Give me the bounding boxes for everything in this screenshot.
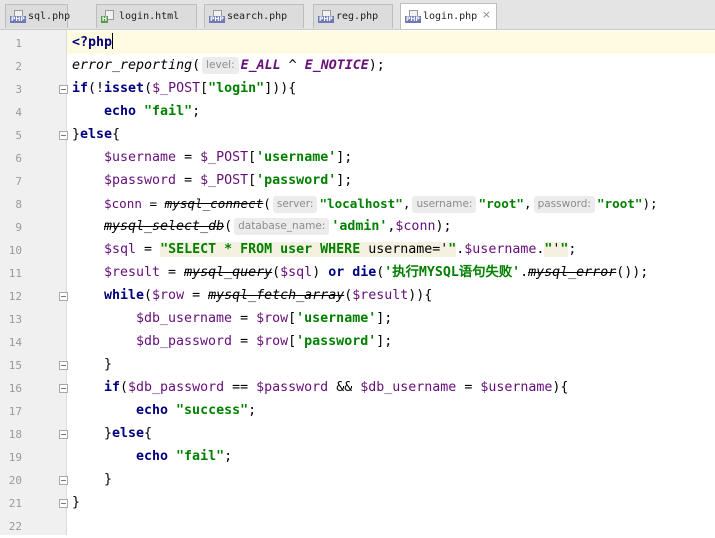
line-number: 10	[8, 244, 22, 257]
code-line-11: $result = mysql_query($sql) or die('执行MY…	[104, 265, 649, 280]
line-number: 13	[8, 313, 22, 326]
code-line-13: $db_username = $row['username'];	[136, 311, 393, 326]
code-line-3: if(!isset($_POST["login"])){	[72, 81, 297, 96]
tab-label: login.php	[423, 11, 478, 22]
code-line-16: if($db_password == $password && $db_user…	[104, 380, 569, 395]
line-number: 18	[8, 428, 22, 441]
parameter-hint: level:	[202, 57, 239, 74]
line-number: 1	[15, 37, 22, 50]
tab-login-html[interactable]: H login.html	[96, 4, 197, 28]
code-line-5: }else{	[72, 127, 121, 142]
line-number: 5	[15, 129, 22, 142]
line-number: 11	[8, 267, 22, 280]
php-file-icon: PHP	[209, 10, 225, 23]
parameter-hint: database_name:	[234, 218, 330, 235]
php-file-icon: PHP	[405, 10, 421, 23]
line-number: 9	[15, 221, 22, 234]
code-line-21: }	[72, 495, 81, 510]
code-line-1: <?php	[72, 33, 114, 50]
code-line-9: mysql_select_db(database_name:'admin',$c…	[104, 218, 452, 235]
code-line-7: $password = $_POST['password'];	[104, 173, 353, 188]
tab-label: search.php	[227, 11, 288, 22]
line-number: 16	[8, 382, 22, 395]
tab-login-php[interactable]: PHP login.php ×	[400, 3, 497, 29]
line-number: 15	[8, 359, 22, 372]
tab-sql-php[interactable]: PHP sql.php	[5, 4, 71, 28]
line-number: 2	[15, 60, 22, 73]
line-number: 6	[15, 152, 22, 165]
code-editor[interactable]: <?php error_reporting(level: E_ALL ^ E_NO…	[67, 30, 715, 535]
line-number: 17	[8, 405, 22, 418]
parameter-hint: username:	[412, 196, 477, 213]
tab-label: sql.php	[28, 11, 71, 22]
text-caret	[112, 33, 114, 49]
line-number: 20	[8, 474, 22, 487]
line-number: 19	[8, 451, 22, 464]
close-tab-icon[interactable]: ×	[482, 8, 491, 21]
line-number: 3	[15, 83, 22, 96]
line-number: 14	[8, 336, 22, 349]
tab-label: login.html	[119, 11, 180, 22]
code-line-10: $sql = "SELECT * FROM user WHERE usernam…	[104, 242, 577, 257]
code-line-2: error_reporting(level: E_ALL ^ E_NOTICE);	[72, 57, 385, 74]
code-line-19: echo "fail";	[136, 449, 233, 464]
code-line-6: $username = $_POST['username'];	[104, 150, 353, 165]
line-number: 8	[15, 198, 22, 211]
parameter-hint: password:	[533, 196, 595, 213]
line-number: 21	[8, 497, 22, 510]
php-file-icon: PHP	[10, 10, 26, 23]
parameter-hint: server:	[272, 196, 318, 213]
line-number-gutter: 1 2 3 4 5 6 7 8 9 10 11 12 13 14 15 16 1…	[0, 30, 68, 535]
code-line-15: }	[104, 357, 113, 372]
code-line-18: }else{	[104, 426, 153, 441]
html-file-icon: H	[101, 10, 116, 23]
line-number: 4	[15, 106, 22, 119]
php-file-icon: PHP	[318, 10, 334, 23]
code-line-14: $db_password = $row['password'];	[136, 334, 393, 349]
tab-reg-php[interactable]: PHP reg.php	[313, 4, 393, 28]
tab-search-php[interactable]: PHP search.php	[204, 4, 304, 28]
line-number: 12	[8, 290, 22, 303]
code-line-4: echo "fail";	[104, 104, 201, 119]
code-line-12: while($row = mysql_fetch_array($result))…	[104, 288, 433, 303]
editor-tab-bar: PHP sql.php H login.html PHP search.php …	[0, 0, 715, 30]
code-line-17: echo "success";	[136, 403, 257, 418]
code-line-20: }	[104, 472, 113, 487]
current-line-highlight	[67, 31, 715, 54]
line-number: 7	[15, 175, 22, 188]
tab-label: reg.php	[336, 11, 379, 22]
code-line-8: $conn = mysql_connect(server: "localhost"…	[104, 196, 658, 213]
